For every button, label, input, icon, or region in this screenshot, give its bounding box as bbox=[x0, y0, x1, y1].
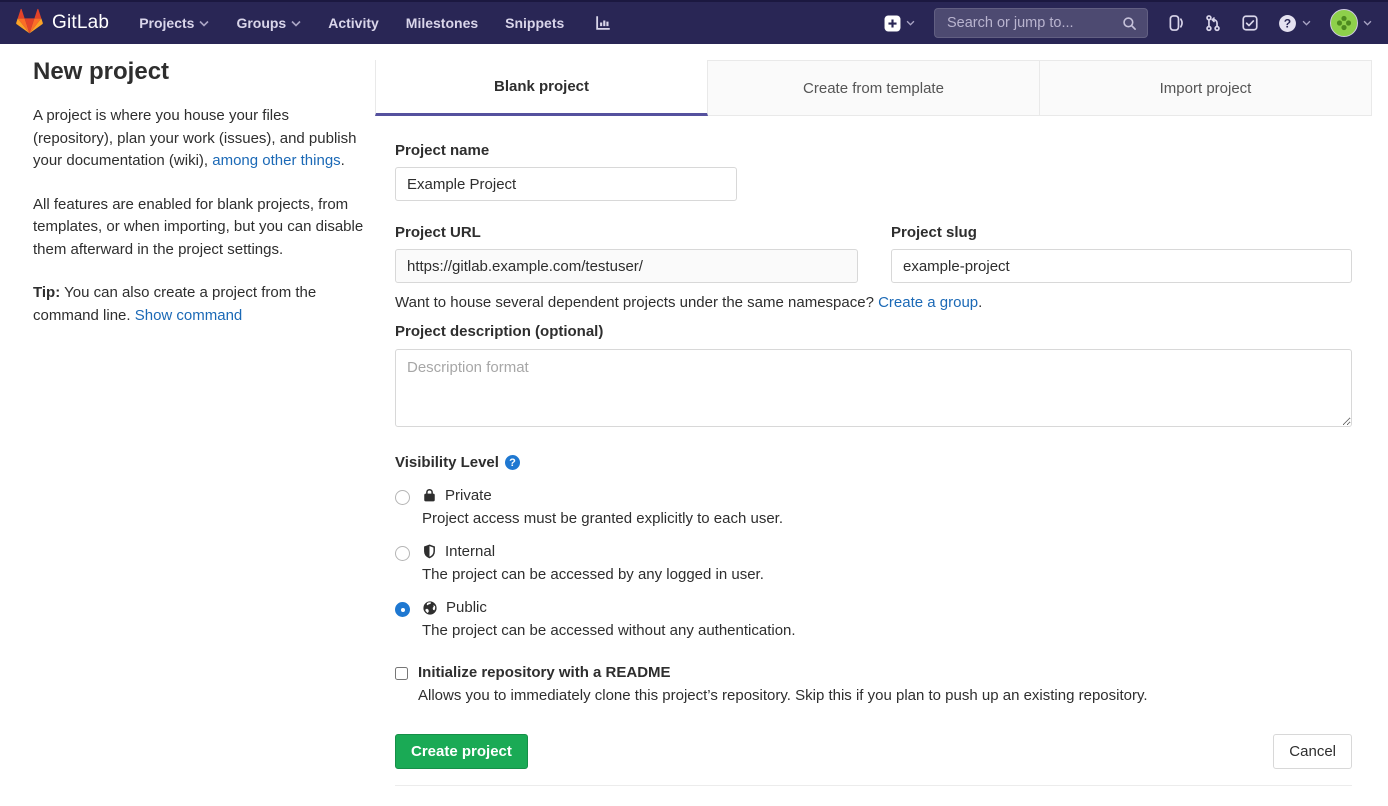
todo-check-icon bbox=[1241, 14, 1259, 32]
avatar bbox=[1330, 9, 1358, 37]
shield-icon bbox=[422, 544, 437, 559]
plus-square-icon bbox=[884, 15, 901, 32]
globe-icon bbox=[422, 600, 438, 616]
todos-button[interactable] bbox=[1241, 14, 1259, 32]
project-name-label: Project name bbox=[395, 142, 1352, 159]
nav-item-milestones[interactable]: Milestones bbox=[406, 15, 478, 31]
internal-radio[interactable] bbox=[395, 546, 410, 561]
search-input[interactable] bbox=[945, 14, 1105, 32]
internal-option-name: Internal bbox=[445, 543, 495, 560]
show-command-link[interactable]: Show command bbox=[135, 307, 243, 324]
initialize-readme-checkbox[interactable] bbox=[395, 667, 408, 680]
gitlab-tanuki-logo-icon bbox=[16, 8, 43, 38]
initialize-readme-label: Initialize repository with a README bbox=[418, 664, 1148, 681]
private-option-name: Private bbox=[445, 487, 492, 504]
project-description-textarea[interactable] bbox=[395, 349, 1352, 427]
global-search[interactable] bbox=[934, 8, 1148, 38]
brand-name: GitLab bbox=[52, 12, 109, 34]
project-type-tabs: Blank project Create from template Impor… bbox=[375, 60, 1372, 116]
public-option-name: Public bbox=[446, 599, 487, 616]
merge-requests-button[interactable] bbox=[1204, 14, 1222, 32]
visibility-help-icon[interactable]: ? bbox=[505, 455, 520, 470]
chevron-down-icon bbox=[1363, 20, 1372, 26]
public-radio[interactable] bbox=[395, 602, 410, 617]
tab-blank-project[interactable]: Blank project bbox=[375, 60, 708, 116]
page-title: New project bbox=[33, 58, 367, 86]
tip-paragraph: Tip: You can also create a project from … bbox=[33, 282, 367, 327]
create-a-group-link[interactable]: Create a group bbox=[878, 294, 978, 311]
among-other-things-link[interactable]: among other things bbox=[212, 152, 340, 169]
tab-import-project[interactable]: Import project bbox=[1040, 60, 1372, 116]
private-radio[interactable] bbox=[395, 490, 410, 505]
new-project-form-panel: Blank project Create from template Impor… bbox=[375, 60, 1372, 786]
cancel-button[interactable]: Cancel bbox=[1273, 734, 1352, 769]
lock-icon bbox=[422, 488, 437, 503]
visibility-option-internal[interactable]: Internal The project can be accessed by … bbox=[395, 543, 1352, 583]
project-name-input[interactable] bbox=[395, 167, 737, 201]
chevron-down-icon bbox=[291, 20, 301, 27]
issues-icon bbox=[1167, 14, 1185, 32]
analytics-icon[interactable] bbox=[594, 14, 612, 32]
nav-item-activity[interactable]: Activity bbox=[328, 15, 379, 31]
visibility-level-label: Visibility Level bbox=[395, 454, 499, 471]
help-question-icon: ? bbox=[1278, 14, 1297, 33]
tab-create-from-template[interactable]: Create from template bbox=[708, 60, 1040, 116]
chevron-down-icon bbox=[199, 20, 209, 27]
chevron-down-icon bbox=[906, 20, 915, 26]
public-option-desc: The project can be accessed without any … bbox=[422, 622, 796, 639]
blank-project-form: Project name Project URL Project slug Wa… bbox=[375, 116, 1372, 786]
visibility-level-header: Visibility Level ? bbox=[395, 454, 1352, 471]
search-icon bbox=[1122, 16, 1137, 31]
initialize-readme-option[interactable]: Initialize repository with a README Allo… bbox=[395, 664, 1352, 704]
new-menu-button[interactable] bbox=[884, 15, 915, 32]
navbar-right-group: ? bbox=[884, 8, 1372, 38]
svg-text:?: ? bbox=[1284, 16, 1291, 30]
project-slug-input[interactable] bbox=[891, 249, 1352, 283]
merge-request-icon bbox=[1204, 14, 1222, 32]
internal-option-desc: The project can be accessed by any logge… bbox=[422, 566, 764, 583]
nav-item-snippets[interactable]: Snippets bbox=[505, 15, 564, 31]
chevron-down-icon bbox=[1302, 20, 1311, 26]
form-actions: Create project Cancel bbox=[395, 734, 1352, 786]
private-option-desc: Project access must be granted explicitl… bbox=[422, 510, 783, 527]
visibility-option-private[interactable]: Private Project access must be granted e… bbox=[395, 487, 1352, 527]
gitlab-home-link[interactable]: GitLab bbox=[16, 8, 109, 38]
visibility-option-public[interactable]: Public The project can be accessed witho… bbox=[395, 599, 1352, 639]
help-menu-button[interactable]: ? bbox=[1278, 14, 1311, 33]
primary-nav: Projects Groups Activity Milestones Snip… bbox=[139, 14, 612, 32]
project-url-input[interactable] bbox=[395, 249, 858, 283]
user-menu-button[interactable] bbox=[1330, 9, 1372, 37]
intro-paragraph: A project is where you house your files … bbox=[33, 105, 367, 173]
project-url-label: Project URL bbox=[395, 224, 858, 241]
project-description-label: Project description (optional) bbox=[395, 323, 1352, 340]
new-project-description-panel: New project A project is where you house… bbox=[33, 58, 367, 348]
project-slug-label: Project slug bbox=[891, 224, 1352, 241]
nav-item-groups[interactable]: Groups bbox=[236, 15, 301, 31]
nav-item-projects[interactable]: Projects bbox=[139, 15, 209, 31]
create-project-button[interactable]: Create project bbox=[395, 734, 528, 769]
top-navbar: GitLab Projects Groups Activity Mileston… bbox=[0, 0, 1388, 44]
issues-button[interactable] bbox=[1167, 14, 1185, 32]
namespace-hint: Want to house several dependent projects… bbox=[395, 294, 1352, 311]
initialize-readme-desc: Allows you to immediately clone this pro… bbox=[418, 687, 1148, 704]
features-paragraph: All features are enabled for blank proje… bbox=[33, 194, 367, 262]
